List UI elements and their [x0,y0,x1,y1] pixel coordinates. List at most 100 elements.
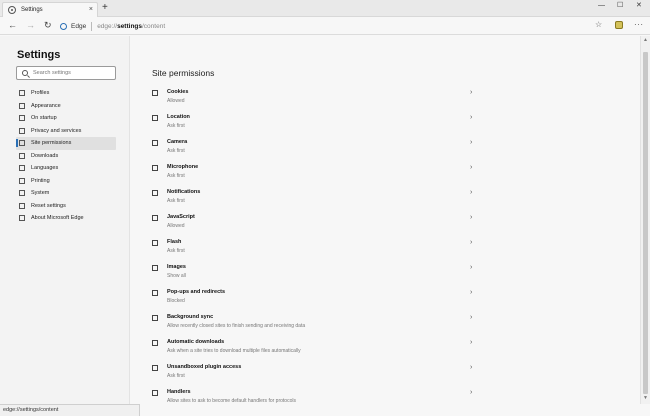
chevron-right-icon: › [470,364,473,371]
url-path: settings [117,22,142,30]
sidebar-item-appearance[interactable]: Appearance [16,100,116,113]
chevron-right-icon: › [470,89,473,96]
permission-row-microphone[interactable]: Microphone Ask first › [152,162,477,187]
permission-status: Allow sites to ask to become default han… [167,398,296,404]
settings-sidebar: Settings Profiles Appearance On startup … [0,36,130,404]
chevron-right-icon: › [470,189,473,196]
flash-icon [152,240,158,246]
permission-row-camera[interactable]: Camera Ask first › [152,137,477,162]
permission-name: Flash [167,239,182,245]
tab-strip: Settings × + — ☐ ✕ [0,0,650,17]
sidebar-item-label: Profiles [31,90,50,97]
chevron-right-icon: › [470,289,473,296]
scroll-up-icon[interactable]: ▲ [643,38,648,43]
new-tab-button[interactable]: + [102,3,108,13]
sidebar-item-label: Reset settings [31,202,66,209]
printer-icon [19,177,25,184]
sidebar-item-printing[interactable]: Printing [16,175,116,188]
scroll-down-icon[interactable]: ▼ [643,396,648,401]
permission-name: Camera [167,139,188,145]
sidebar-item-label: Site permissions [31,140,72,147]
url-tail: /content [142,22,166,30]
permission-row-background-sync[interactable]: Background sync Allow recently closed si… [152,312,477,337]
sidebar-title: Settings [17,49,61,61]
popup-icon [152,290,158,296]
permission-name: Images [167,264,186,270]
location-pin-icon [152,115,158,121]
tab-settings[interactable]: Settings × [2,2,98,17]
address-bar[interactable]: Edge edge://settings/content [60,19,610,33]
permission-name: Pop-ups and redirects [167,289,226,295]
sidebar-item-profiles[interactable]: Profiles [16,87,116,100]
sync-icon [152,315,158,321]
permission-row-notifications[interactable]: Notifications Ask first › [152,187,477,212]
search-input[interactable] [33,70,113,76]
minimize-button[interactable]: — [598,2,605,10]
sidebar-item-label: On startup [31,115,57,122]
permission-row-unsandboxed-plugin[interactable]: Unsandboxed plugin access Ask first › [152,362,477,387]
sidebar-item-privacy[interactable]: Privacy and services [16,125,116,138]
reset-icon [19,202,25,209]
permission-name: Location [167,114,190,120]
download-icon [19,152,25,159]
palette-icon [19,102,25,109]
permission-name: Notifications [167,189,201,195]
main-content: Site permissions Cookies Allowed › Locat… [131,36,640,404]
permission-row-javascript[interactable]: JavaScript Allowed › [152,212,477,237]
back-button[interactable]: ← [8,20,17,30]
forward-button[interactable]: → [26,20,35,30]
permission-name: Handlers [167,389,191,395]
permission-status: Allow recently closed sites to finish se… [167,323,306,329]
settings-gear-icon [8,6,16,14]
sidebar-item-site-permissions[interactable]: Site permissions [16,137,116,150]
camera-icon [152,140,158,146]
maximize-button[interactable]: ☐ [617,2,623,10]
language-icon [19,165,25,172]
favorite-star-icon[interactable]: ☆ [595,20,602,29]
lock-icon [19,127,25,134]
chevron-right-icon: › [470,389,473,396]
sidebar-nav: Profiles Appearance On startup Privacy a… [16,87,116,225]
sidebar-item-reset-settings[interactable]: Reset settings [16,200,116,213]
handler-icon [152,390,158,396]
cookie-icon [152,90,158,96]
sidebar-item-languages[interactable]: Languages [16,162,116,175]
permission-name: Unsandboxed plugin access [167,364,242,370]
permission-name: JavaScript [167,214,195,220]
permission-status: Allowed [167,223,185,229]
tab-close-icon[interactable]: × [89,6,93,13]
refresh-button[interactable]: ↻ [44,20,52,30]
javascript-icon [152,215,158,221]
sidebar-item-on-startup[interactable]: On startup [16,112,116,125]
permission-name: Cookies [167,89,189,95]
url-host: edge:// [97,22,118,30]
permission-status: Ask first [167,148,185,154]
sidebar-item-label: Privacy and services [31,127,82,134]
sidebar-item-label: About Microsoft Edge [31,215,84,222]
permission-status: Ask first [167,173,185,179]
toolbar: ← → ↻ Edge edge://settings/content ☆ ··· [0,17,650,35]
status-bar: edge://settings/content [0,404,140,416]
permission-status: Ask first [167,373,185,379]
scrollbar-thumb[interactable] [643,52,648,394]
microphone-icon [152,165,158,171]
chevron-right-icon: › [470,339,473,346]
permission-row-popups[interactable]: Pop-ups and redirects Blocked › [152,287,477,312]
sidebar-item-downloads[interactable]: Downloads [16,150,116,163]
scrollbar[interactable]: ▲ ▼ [640,36,650,404]
more-menu-button[interactable]: ··· [634,20,644,29]
sidebar-item-about[interactable]: About Microsoft Edge [16,212,116,225]
window-close-button[interactable]: ✕ [636,2,642,10]
permission-row-flash[interactable]: Flash Ask first › [152,237,477,262]
permission-row-automatic-downloads[interactable]: Automatic downloads Ask when a site trie… [152,337,477,362]
sidebar-item-system[interactable]: System [16,187,116,200]
permission-name: Background sync [167,314,214,320]
tab-title: Settings [21,7,43,13]
search-box[interactable] [16,66,116,80]
extension-icon[interactable] [615,21,623,29]
permission-row-handlers[interactable]: Handlers Allow sites to ask to become de… [152,387,477,412]
permission-status: Ask when a site tries to download multip… [167,348,301,354]
permission-row-location[interactable]: Location Ask first › [152,112,477,137]
permission-row-images[interactable]: Images Show all › [152,262,477,287]
permission-row-cookies[interactable]: Cookies Allowed › [152,87,477,112]
